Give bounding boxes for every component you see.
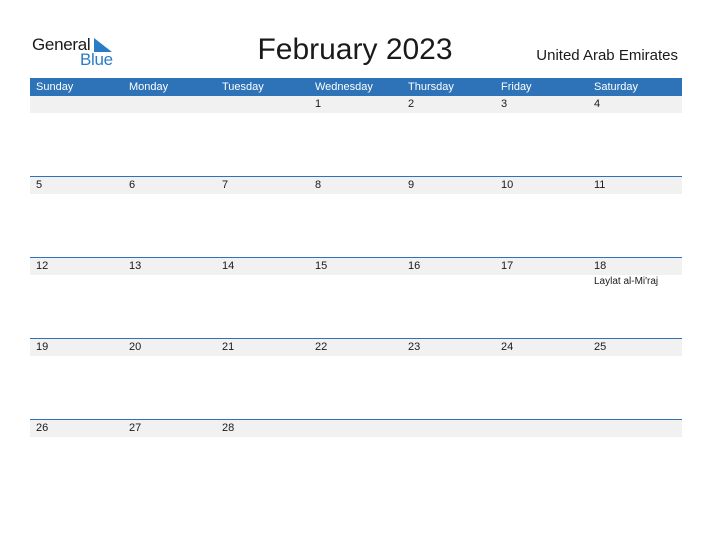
- day-number: 26: [36, 422, 49, 434]
- day-cell: 11: [588, 177, 681, 257]
- day-cell: 9: [402, 177, 495, 257]
- weekday-tuesday: Tuesday: [222, 81, 264, 93]
- day-cell: [495, 420, 588, 500]
- day-cell: 4: [588, 96, 681, 176]
- day-cell: 3: [495, 96, 588, 176]
- day-number: 13: [129, 260, 142, 272]
- day-number: 20: [129, 341, 142, 353]
- week-row: 26 27 28: [30, 419, 682, 501]
- weekday-thursday: Thursday: [408, 81, 454, 93]
- day-number: 4: [594, 98, 601, 110]
- country-label: United Arab Emirates: [536, 47, 678, 64]
- day-number: 10: [501, 179, 514, 191]
- day-cell: 5: [30, 177, 123, 257]
- day-cell: [30, 96, 123, 176]
- day-cell: 1: [309, 96, 402, 176]
- day-number: 1: [315, 98, 322, 110]
- day-cell: 20: [123, 339, 216, 419]
- day-cell: 28: [216, 420, 309, 500]
- day-number: 14: [222, 260, 235, 272]
- day-number: 21: [222, 341, 235, 353]
- day-cell: 27: [123, 420, 216, 500]
- day-number: 11: [594, 179, 606, 191]
- day-cell: 8: [309, 177, 402, 257]
- holiday-label: Laylat al-Mi'raj: [594, 276, 659, 287]
- day-cell: 21: [216, 339, 309, 419]
- day-number: 16: [408, 260, 421, 272]
- day-cell: 22: [309, 339, 402, 419]
- day-number: 6: [129, 179, 136, 191]
- day-cell: 10: [495, 177, 588, 257]
- day-number: 19: [36, 341, 49, 353]
- weekday-monday: Monday: [129, 81, 169, 93]
- weekday-header: Sunday Monday Tuesday Wednesday Thursday…: [30, 78, 682, 96]
- day-cell: 7: [216, 177, 309, 257]
- weekday-saturday: Saturday: [594, 81, 639, 93]
- day-cell: 6: [123, 177, 216, 257]
- day-cell: 19: [30, 339, 123, 419]
- day-cell: 26: [30, 420, 123, 500]
- week-row: 5 6 7 8 9 10 11: [30, 176, 682, 258]
- day-cell: 23: [402, 339, 495, 419]
- week-row: 12 13 14 15 16 17 18 Laylat al-Mi'raj: [30, 257, 682, 339]
- week-row: 1 2 3 4: [30, 96, 682, 177]
- day-number: 27: [129, 422, 142, 434]
- day-cell: 13: [123, 258, 216, 338]
- day-number: 7: [222, 179, 229, 191]
- day-cell: [402, 420, 495, 500]
- day-number: 9: [408, 179, 415, 191]
- day-cell: 12: [30, 258, 123, 338]
- day-number: 8: [315, 179, 322, 191]
- day-cell: 2: [402, 96, 495, 176]
- day-cell: 15: [309, 258, 402, 338]
- day-cell: 18 Laylat al-Mi'raj: [588, 258, 681, 338]
- day-number: 28: [222, 422, 235, 434]
- day-number: 5: [36, 179, 43, 191]
- day-number: 22: [315, 341, 328, 353]
- weekday-sunday: Sunday: [36, 81, 74, 93]
- day-cell: [309, 420, 402, 500]
- day-number: 12: [36, 260, 49, 272]
- month-year: February 2023: [257, 33, 453, 66]
- weekday-wednesday: Wednesday: [315, 81, 373, 93]
- day-number: 24: [501, 341, 514, 353]
- day-cell: 25: [588, 339, 681, 419]
- day-number: 23: [408, 341, 421, 353]
- day-cell: 14: [216, 258, 309, 338]
- day-cell: 16: [402, 258, 495, 338]
- day-cell: [216, 96, 309, 176]
- day-number: 3: [501, 98, 508, 110]
- day-number: 2: [408, 98, 415, 110]
- day-number: 18: [594, 260, 607, 272]
- day-cell: [588, 420, 681, 500]
- day-cell: 24: [495, 339, 588, 419]
- day-cell: [123, 96, 216, 176]
- day-number: 25: [594, 341, 607, 353]
- week-row: 19 20 21 22 23 24 25: [30, 338, 682, 420]
- day-number: 15: [315, 260, 328, 272]
- day-number: 17: [501, 260, 514, 272]
- weekday-friday: Friday: [501, 81, 532, 93]
- day-cell: 17: [495, 258, 588, 338]
